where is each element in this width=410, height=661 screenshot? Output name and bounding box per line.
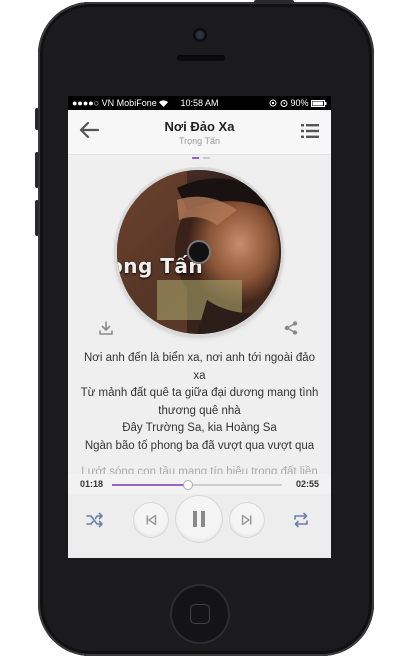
album-art-disc: ọng Tấn	[117, 170, 281, 334]
lyric-line: Nơi anh đến là biển xa, nơi anh tới ngoà…	[83, 352, 316, 382]
seek-fill	[112, 484, 188, 486]
now-playing-header: Nơi Đảo Xa Trọng Tấn	[68, 110, 331, 155]
clock: 10:58 AM	[180, 98, 219, 108]
home-button-icon	[190, 604, 210, 624]
current-time: 01:18	[80, 479, 104, 489]
mute-switch	[35, 108, 39, 130]
lyric-line: Đây Trường Sa, kia Hoàng Sa	[122, 422, 277, 434]
previous-icon	[146, 514, 157, 526]
lyric-line: thương quê nhà	[158, 404, 241, 417]
power-button	[254, 0, 294, 4]
playlist-icon[interactable]	[301, 123, 319, 139]
earpiece-speaker	[177, 55, 225, 61]
total-time: 02:55	[295, 479, 319, 489]
page-dot-active[interactable]	[192, 157, 199, 159]
lyric-line: Từ mảnh đất quê ta giữa đại dương mang t…	[80, 387, 319, 399]
song-title: Nơi Đảo Xa	[164, 119, 235, 134]
lyric-line: Ngàn bão tố phong ba đã vượt qua vượt qu…	[84, 439, 315, 452]
disc-center-hole	[189, 242, 209, 262]
volume-up-button	[35, 152, 39, 188]
share-icon[interactable]	[283, 320, 299, 336]
playback-controls	[68, 494, 331, 558]
progress-bar: 01:18 02:55	[68, 474, 331, 494]
artist-name: Trọng Tấn	[178, 136, 221, 146]
status-bar: ●●●●○ VN MobiFone 10:58 AM 90%	[68, 96, 331, 110]
previous-button[interactable]	[134, 503, 168, 537]
front-camera	[195, 30, 205, 40]
seek-track[interactable]	[112, 480, 282, 490]
next-button[interactable]	[230, 503, 264, 537]
volume-down-button	[35, 200, 39, 236]
app-screen: ●●●●○ VN MobiFone 10:58 AM 90% Nơi Đảo X…	[68, 96, 331, 558]
lyrics-panel[interactable]: Nơi anh đến là biển xa, nơi anh tới ngoà…	[78, 350, 321, 482]
pause-icon	[193, 511, 205, 527]
seek-handle[interactable]	[182, 480, 193, 490]
repeat-icon[interactable]	[292, 512, 310, 528]
page-indicator	[186, 157, 214, 160]
next-icon	[241, 514, 252, 526]
shuffle-icon[interactable]	[86, 512, 104, 528]
play-pause-button[interactable]	[176, 496, 222, 542]
download-icon[interactable]	[98, 320, 114, 336]
page-dot[interactable]	[203, 157, 210, 159]
